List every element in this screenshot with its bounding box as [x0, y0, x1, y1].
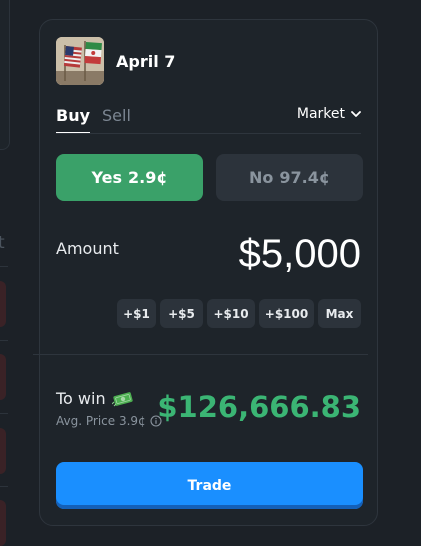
background-row [0, 500, 6, 546]
order-type-label: Market [296, 106, 345, 122]
potential-payout: $126,666.83 [157, 390, 361, 424]
trade-button[interactable]: Trade [56, 462, 363, 509]
us-iran-flags-image [56, 37, 104, 85]
avg-price-text: Avg. Price 3.9¢ [56, 414, 146, 428]
amount-input[interactable]: $5,000 [239, 232, 361, 277]
to-win-text: To win [56, 389, 106, 408]
yes-price: 2.9¢ [128, 168, 168, 187]
add-5-button[interactable]: +$5 [160, 299, 203, 328]
background-row [0, 428, 6, 474]
yes-label: Yes [91, 168, 123, 187]
tab-buy[interactable]: Buy [56, 106, 91, 134]
background-panel [0, 0, 10, 150]
quick-add-buttons: +$1 +$5 +$10 +$100 Max [113, 299, 361, 328]
section-divider [33, 354, 368, 355]
amount-label: Amount [56, 239, 119, 258]
background-divider [0, 340, 8, 341]
no-outcome-button[interactable]: No 97.4¢ [216, 154, 363, 201]
yes-outcome-button[interactable]: Yes 2.9¢ [56, 154, 203, 201]
trade-panel: April 7 Buy Sell Market Yes 2.9¢ No 97.4… [33, 19, 378, 526]
to-win-label: To win [56, 389, 134, 408]
no-label: No [249, 168, 274, 187]
background-row [0, 354, 6, 400]
chevron-down-icon [351, 110, 361, 117]
add-10-button[interactable]: +$10 [207, 299, 255, 328]
outcome-selector: Yes 2.9¢ No 97.4¢ [56, 154, 363, 201]
order-type-dropdown[interactable]: Market [297, 106, 361, 122]
background-divider [0, 486, 8, 487]
avg-price: Avg. Price 3.9¢ [56, 414, 162, 428]
max-button[interactable]: Max [318, 299, 361, 328]
no-price: 97.4¢ [279, 168, 330, 187]
background-divider [0, 413, 8, 414]
tab-sell[interactable]: Sell [102, 106, 131, 134]
add-1-button[interactable]: +$1 [117, 299, 156, 328]
money-icon [111, 391, 133, 406]
tabs-divider [56, 133, 361, 134]
market-title: April 7 [116, 51, 176, 71]
buy-sell-tabs: Buy Sell [56, 106, 131, 134]
background-row [0, 281, 6, 327]
background-partial-text: t [0, 233, 5, 253]
market-header: April 7 [56, 37, 175, 85]
add-100-button[interactable]: +$100 [259, 299, 314, 328]
background-divider [0, 266, 8, 267]
